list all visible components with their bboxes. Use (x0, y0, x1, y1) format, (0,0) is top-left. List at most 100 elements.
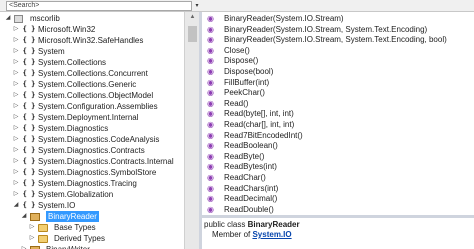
tree-item[interactable]: ▷{ } System.Diagnostics.Contracts.Interna… (0, 156, 184, 167)
tree-item[interactable]: ▷{ } System.Collections.ObjectModel (0, 90, 184, 101)
expand-arrow-icon[interactable]: ▷ (28, 233, 36, 244)
member-item[interactable]: ◉ BinaryReader(System.IO.Stream, System.T… (202, 24, 474, 35)
search-dropdown-icon[interactable]: ▾ (193, 1, 201, 11)
scroll-thumb[interactable] (188, 26, 197, 42)
method-icon: ◉ (207, 14, 214, 23)
member-item[interactable]: ◉ ReadChars(int) (202, 183, 474, 194)
member-item[interactable]: ◉ Dispose() (202, 55, 474, 66)
tree-item[interactable]: ◢{ } System.IO (0, 200, 184, 211)
info-prefix: public class (204, 220, 248, 229)
expand-arrow-icon[interactable]: ▷ (12, 68, 20, 79)
expand-arrow-icon[interactable]: ▷ (12, 189, 20, 200)
tree-item[interactable]: ▷{ } System (0, 46, 184, 57)
tree-item[interactable]: ▷ Derived Types (0, 233, 184, 244)
scroll-up-icon[interactable]: ▲ (185, 14, 199, 24)
member-item[interactable]: ◉ Close() (202, 45, 474, 56)
member-item[interactable]: ◉ FillBuffer(int) (202, 77, 474, 88)
tree-item[interactable]: ▷{ } System.Collections (0, 57, 184, 68)
member-label: BinaryReader(System.IO.Stream, System.Te… (224, 24, 428, 34)
tree-item[interactable]: ▷{ } System.Diagnostics.SymbolStore (0, 167, 184, 178)
expand-arrow-icon[interactable]: ▷ (28, 222, 36, 233)
member-item[interactable]: ◉ PeekChar() (202, 87, 474, 98)
method-icon: ◉ (207, 77, 214, 87)
expand-arrow-icon[interactable]: ▷ (12, 57, 20, 68)
member-label: Close() (224, 45, 250, 55)
tree-item[interactable]: ◢ BinaryReader (0, 211, 184, 222)
search-input[interactable]: <Search> (6, 1, 192, 11)
expand-arrow-icon[interactable]: ▷ (12, 156, 20, 167)
expand-arrow-icon[interactable]: ▷ (12, 90, 20, 101)
member-label: ReadBytes(int) (224, 162, 277, 172)
collapse-arrow-icon[interactable]: ◢ (20, 211, 28, 222)
member-item[interactable]: ◉ ReadChar() (202, 172, 474, 183)
member-item[interactable]: ◉ Read7BitEncodedInt() (202, 130, 474, 141)
namespace-icon: { } (22, 124, 36, 132)
expand-arrow-icon[interactable]: ▷ (12, 112, 20, 123)
tree-item-label: System.Configuration.Assemblies (38, 102, 158, 111)
tree-item[interactable]: ▷{ } System.Diagnostics.Tracing (0, 178, 184, 189)
member-label: Dispose() (224, 56, 259, 66)
method-icon: ◉ (207, 88, 214, 98)
tree-item-label: BinaryWriter (46, 244, 90, 249)
collapse-arrow-icon[interactable]: ◢ (12, 200, 20, 211)
member-item[interactable]: ◉ Dispose(bool) (202, 66, 474, 77)
tree-item[interactable]: ▷ Base Types (0, 222, 184, 233)
vertical-scrollbar[interactable]: ▲ (184, 12, 199, 249)
namespace-icon: { } (22, 157, 36, 165)
member-item[interactable]: ◉ Read(byte[], int, int) (202, 108, 474, 119)
member-item[interactable]: ◉ BinaryReader(System.IO.Stream, System.T… (202, 34, 474, 45)
tree-item[interactable]: ▷{ } System.Diagnostics.CodeAnalysis (0, 134, 184, 145)
method-icon: ◉ (207, 173, 214, 182)
namespace-icon: { } (22, 25, 36, 33)
collapse-arrow-icon[interactable]: ◢ (4, 13, 12, 24)
member-item[interactable]: ◉ ReadBoolean() (202, 140, 474, 151)
tree-item[interactable]: ▷{ } System.Collections.Generic (0, 79, 184, 90)
namespace-icon: { } (22, 69, 36, 77)
tree-item-label: System.Collections.Generic (38, 80, 137, 89)
member-item[interactable]: ◉ Read(char[], int, int) (202, 119, 474, 130)
member-item[interactable]: ◉ ReadDecimal() (202, 193, 474, 204)
member-item[interactable]: ◉ Read() (202, 98, 474, 109)
namespace-icon: { } (22, 113, 36, 121)
member-item[interactable]: ◉ BinaryReader(System.IO.Stream) (202, 13, 474, 24)
tree-item-label: System.Collections (38, 58, 107, 67)
member-item[interactable]: ◉ ReadBytes(int) (202, 161, 474, 172)
expand-arrow-icon[interactable]: ▷ (12, 134, 20, 145)
tree-item[interactable]: ▷{ } System.Diagnostics (0, 123, 184, 134)
method-icon: ◉ (207, 151, 214, 161)
tree-item[interactable]: ▷{ } System.Collections.Concurrent (0, 68, 184, 79)
tree-item[interactable]: ◢ mscorlib (0, 13, 184, 24)
expand-arrow-icon[interactable]: ▷ (12, 24, 20, 35)
namespace-icon: { } (22, 91, 36, 99)
tree-item-label: System.Diagnostics.Tracing (38, 179, 137, 188)
method-icon: ◉ (207, 35, 214, 45)
tree-item-label: System.Diagnostics (38, 124, 109, 133)
tree-item[interactable]: ▷{ } Microsoft.Win32 (0, 24, 184, 35)
tree-item[interactable]: ▷{ } System.Configuration.Assemblies (0, 101, 184, 112)
method-icon: ◉ (207, 67, 214, 76)
info-class-name: BinaryReader (247, 220, 300, 229)
tree-item[interactable]: ▷{ } System.Diagnostics.Contracts (0, 145, 184, 156)
member-item[interactable]: ◉ ReadByte() (202, 151, 474, 162)
expand-arrow-icon[interactable]: ▷ (12, 35, 20, 46)
expand-arrow-icon[interactable]: ▷ (12, 145, 20, 156)
tree-item[interactable]: ▷{ } System.Deployment.Internal (0, 112, 184, 123)
method-icon: ◉ (207, 98, 214, 108)
expand-arrow-icon[interactable]: ▷ (12, 123, 20, 134)
member-label: Dispose(bool) (224, 67, 274, 76)
tree-item[interactable]: ▷{ } System.Globalization (0, 189, 184, 200)
namespace-icon: { } (22, 179, 36, 187)
info-member-of-link[interactable]: System.IO (252, 230, 291, 239)
expand-arrow-icon[interactable]: ▷ (12, 167, 20, 178)
folder-icon (38, 235, 48, 243)
expand-arrow-icon[interactable]: ▷ (20, 244, 28, 249)
tree-item-label: System.Deployment.Internal (38, 113, 139, 122)
tree-item[interactable]: ▷{ } Microsoft.Win32.SafeHandles (0, 35, 184, 46)
tree-item-label: System (38, 47, 65, 56)
expand-arrow-icon[interactable]: ▷ (12, 79, 20, 90)
expand-arrow-icon[interactable]: ▷ (12, 46, 20, 57)
tree-item[interactable]: ▷ BinaryWriter (0, 244, 184, 249)
member-item[interactable]: ◉ ReadDouble() (202, 204, 474, 215)
expand-arrow-icon[interactable]: ▷ (12, 178, 20, 189)
expand-arrow-icon[interactable]: ▷ (12, 101, 20, 112)
